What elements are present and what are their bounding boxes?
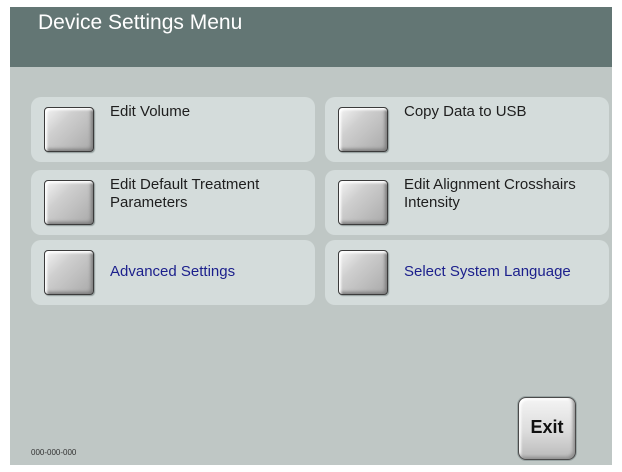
advanced-settings-button[interactable]	[44, 250, 94, 295]
edit-alignment-label: Edit Alignment Crosshairs Intensity	[404, 176, 576, 212]
edit-alignment-button[interactable]	[338, 180, 388, 225]
edit-default-treatment-label-line2: Parameters	[110, 194, 188, 211]
edit-alignment-label-line2: Intensity	[404, 194, 460, 211]
menu-item-edit-alignment[interactable]: Edit Alignment Crosshairs Intensity	[325, 170, 609, 235]
copy-data-usb-button[interactable]	[338, 107, 388, 152]
serial-number: 000-000-000	[31, 448, 77, 457]
edit-default-treatment-label: Edit Default Treatment Parameters	[110, 176, 259, 212]
advanced-settings-label: Advanced Settings	[110, 263, 236, 280]
header-bar: Device Settings Menu	[10, 7, 612, 67]
page-title: Device Settings Menu	[38, 11, 243, 34]
exit-button[interactable]: Exit	[518, 397, 576, 460]
menu-item-advanced-settings[interactable]: Advanced Settings	[31, 240, 315, 305]
copy-data-usb-label: Copy Data to USB	[404, 103, 527, 120]
device-settings-screen: Device Settings Menu Edit Volume Copy Da…	[10, 7, 612, 465]
edit-alignment-label-line1: Edit Alignment Crosshairs	[404, 176, 576, 193]
menu-item-copy-data-usb[interactable]: Copy Data to USB	[325, 97, 609, 162]
menu-item-edit-volume[interactable]: Edit Volume	[31, 97, 315, 162]
select-language-button[interactable]	[338, 250, 388, 295]
select-language-label: Select System Language	[404, 263, 571, 280]
edit-default-treatment-label-line1: Edit Default Treatment	[110, 176, 260, 193]
edit-default-treatment-button[interactable]	[44, 180, 94, 225]
edit-volume-button[interactable]	[44, 107, 94, 152]
menu-item-select-language[interactable]: Select System Language	[325, 240, 609, 305]
edit-volume-label: Edit Volume	[110, 103, 191, 120]
exit-label: Exit	[530, 417, 564, 437]
menu-item-edit-default-treatment[interactable]: Edit Default Treatment Parameters	[31, 170, 315, 235]
